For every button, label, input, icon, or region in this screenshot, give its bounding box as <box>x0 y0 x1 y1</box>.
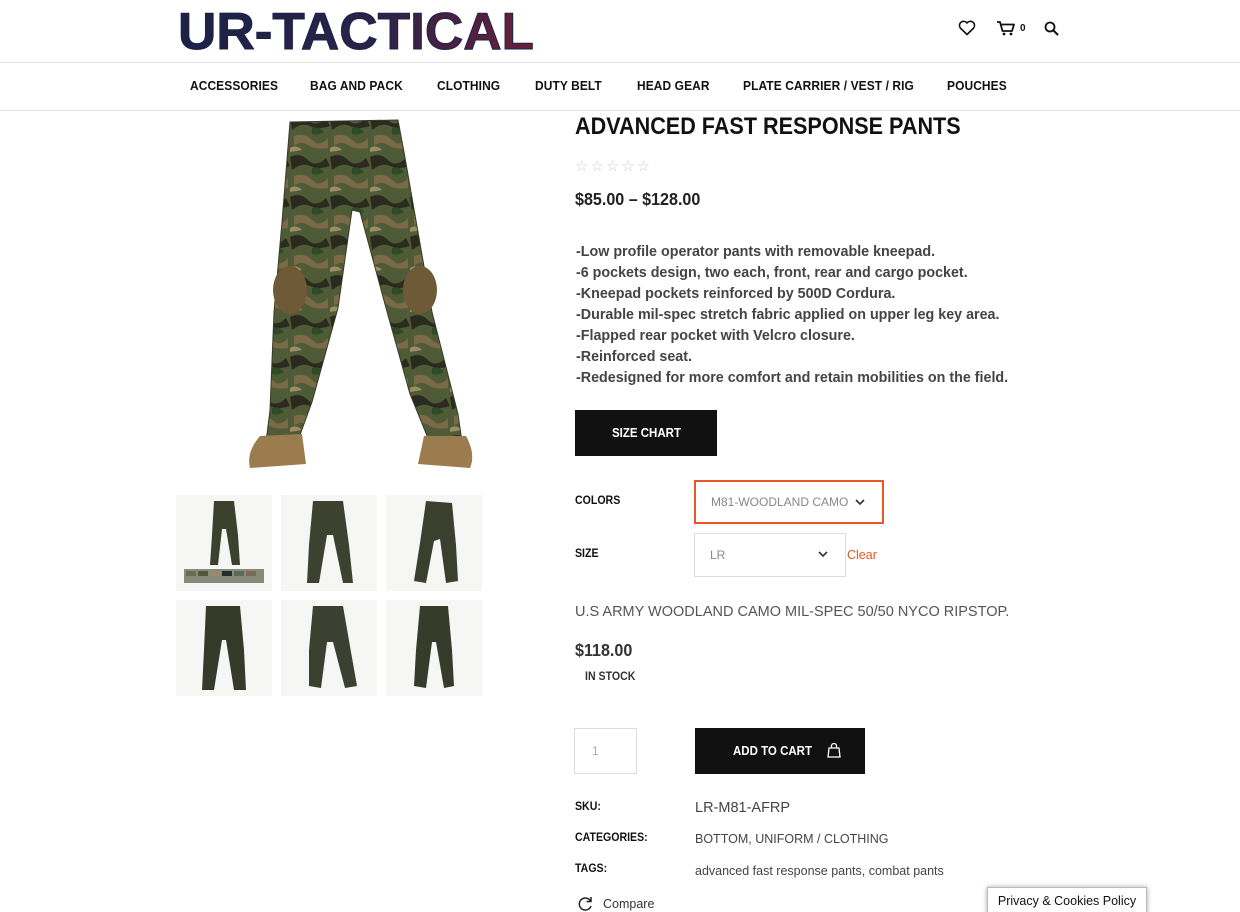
main-nav: ACCESSORIES BAG AND PACK CLOTHING DUTY B… <box>0 63 1240 111</box>
stock-status: IN STOCK <box>585 671 636 683</box>
site-header: UR-TACTICAL 0 <box>0 0 1240 63</box>
quantity-input[interactable]: 1 <box>574 728 637 774</box>
privacy-cookies-button[interactable]: Privacy & Cookies Policy <box>987 887 1147 912</box>
pants-thumbnail-image <box>307 501 353 583</box>
add-to-cart-button[interactable]: ADD TO CART <box>695 728 865 774</box>
description-line: -6 pockets design, two each, front, rear… <box>576 265 968 281</box>
svg-text:UR-TACTICAL: UR-TACTICAL <box>178 4 534 56</box>
clear-selection-link[interactable]: Clear <box>847 548 877 562</box>
nav-item-bag-and-pack[interactable]: BAG AND PACK <box>310 78 403 93</box>
product-thumbnail[interactable] <box>176 495 272 591</box>
tag-link[interactable]: combat pants <box>869 864 944 878</box>
description-line: -Kneepad pockets reinforced by 500D Cord… <box>576 286 896 302</box>
categories-value: BOTTOM, UNIFORM / CLOTHING <box>695 832 889 846</box>
wishlist-button[interactable] <box>958 20 976 36</box>
shopping-bag-icon <box>827 742 841 758</box>
size-select[interactable]: LR <box>694 533 846 577</box>
cart-count-badge: 0 <box>1020 22 1026 34</box>
price-range: $85.00 – $128.00 <box>575 189 701 209</box>
category-link[interactable]: UNIFORM / CLOTHING <box>755 832 888 846</box>
tags-value: advanced fast response pants, combat pan… <box>695 864 944 878</box>
chevron-down-icon <box>818 551 828 558</box>
search-icon <box>1044 21 1059 35</box>
refresh-icon <box>578 897 592 911</box>
pants-thumbnail-image <box>414 501 458 583</box>
compare-label: Compare <box>603 897 655 911</box>
compare-button[interactable]: Compare <box>576 895 654 912</box>
nav-item-pouches[interactable]: POUCHES <box>947 78 1007 93</box>
nav-item-plate-carrier[interactable]: PLATE CARRIER / VEST / RIG <box>743 78 914 93</box>
product-thumbnail[interactable] <box>386 600 482 696</box>
description-line: -Durable mil-spec stretch fabric applied… <box>576 307 1000 323</box>
camo-pants-image <box>249 119 473 468</box>
chevron-down-icon <box>855 499 865 506</box>
categories-label: CATEGORIES: <box>575 832 648 844</box>
variant-price: $118.00 <box>575 640 633 660</box>
product-thumbnail[interactable] <box>386 495 482 591</box>
site-logo[interactable]: UR-TACTICAL <box>176 4 538 56</box>
heart-icon <box>958 20 976 36</box>
nav-item-accessories[interactable]: ACCESSORIES <box>190 78 278 93</box>
nav-item-duty-belt[interactable]: DUTY BELT <box>535 78 602 93</box>
cart-button[interactable]: 0 <box>996 20 1026 36</box>
nav-item-head-gear[interactable]: HEAD GEAR <box>637 78 710 93</box>
size-chart-button[interactable]: SIZE CHART <box>575 410 717 456</box>
search-button[interactable] <box>1044 21 1059 36</box>
pants-thumbnail-image <box>414 606 454 688</box>
variant-description: U.S ARMY WOODLAND CAMO MIL-SPEC 50/50 NY… <box>575 604 1010 620</box>
nav-item-clothing[interactable]: CLOTHING <box>437 78 500 93</box>
tags-label: TAGS: <box>575 863 608 875</box>
size-label: SIZE <box>575 548 599 560</box>
colors-selected-value: M81-WOODLAND CAMO <box>711 495 849 509</box>
category-link[interactable]: BOTTOM <box>695 832 748 846</box>
product-title: ADVANCED FAST RESPONSE PANTS <box>575 113 961 140</box>
tag-link[interactable]: advanced fast response pants <box>695 864 862 878</box>
pants-thumbnail-image <box>184 501 264 583</box>
description-line: -Reinforced seat. <box>576 349 692 365</box>
colors-label: COLORS <box>575 495 621 507</box>
sku-value: LR-M81-AFRP <box>695 800 791 816</box>
description-line: -Flapped rear pocket with Velcro closure… <box>576 328 855 344</box>
pants-thumbnail-image <box>309 606 357 688</box>
product-description: -Low profile operator pants with removab… <box>576 242 1008 389</box>
product-thumbnail[interactable] <box>281 495 377 591</box>
product-thumbnail[interactable] <box>176 600 272 696</box>
product-main-image[interactable] <box>170 112 547 487</box>
product-thumbnail[interactable] <box>281 600 377 696</box>
colors-select[interactable]: M81-WOODLAND CAMO <box>694 480 884 524</box>
description-line: -Low profile operator pants with removab… <box>576 244 936 260</box>
pants-thumbnail-image <box>202 606 246 690</box>
description-line: -Redesigned for more comfort and retain … <box>576 370 1009 386</box>
cart-icon <box>997 21 1015 36</box>
size-selected-value: LR <box>710 548 726 562</box>
rating-stars: ☆☆☆☆☆ <box>575 158 653 175</box>
sku-label: SKU: <box>575 801 601 813</box>
